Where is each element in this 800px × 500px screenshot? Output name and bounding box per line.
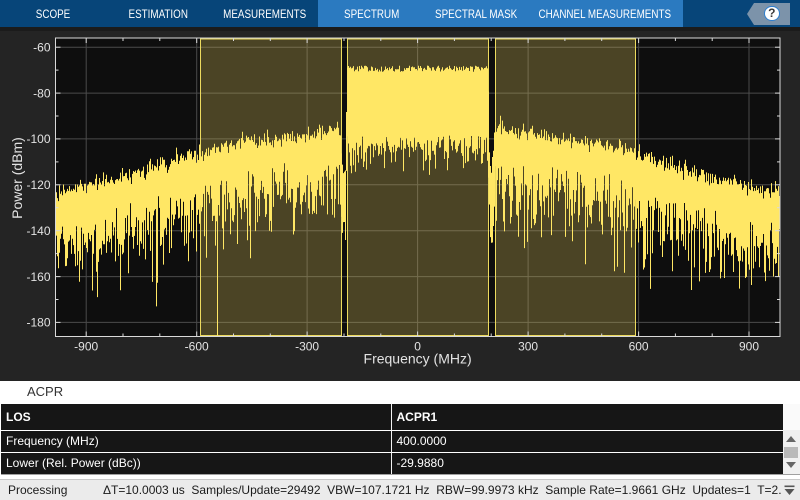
svg-text:-160: -160 [26,270,50,284]
svg-text:-100: -100 [26,132,50,146]
svg-text:600: 600 [629,340,649,354]
svg-text:-120: -120 [26,178,50,192]
svg-text:-140: -140 [26,224,50,238]
svg-text:-900: -900 [74,340,98,354]
svg-text:-80: -80 [33,86,51,100]
svg-text:-180: -180 [26,316,50,330]
svg-text:300: 300 [518,340,538,354]
svg-text:Frequency (MHz): Frequency (MHz) [364,351,472,367]
svg-text:-60: -60 [33,40,51,54]
svg-text:900: 900 [739,340,759,354]
svg-text:Power (dBm): Power (dBm) [9,137,25,219]
svg-text:-600: -600 [185,340,209,354]
svg-text:-300: -300 [295,340,319,354]
